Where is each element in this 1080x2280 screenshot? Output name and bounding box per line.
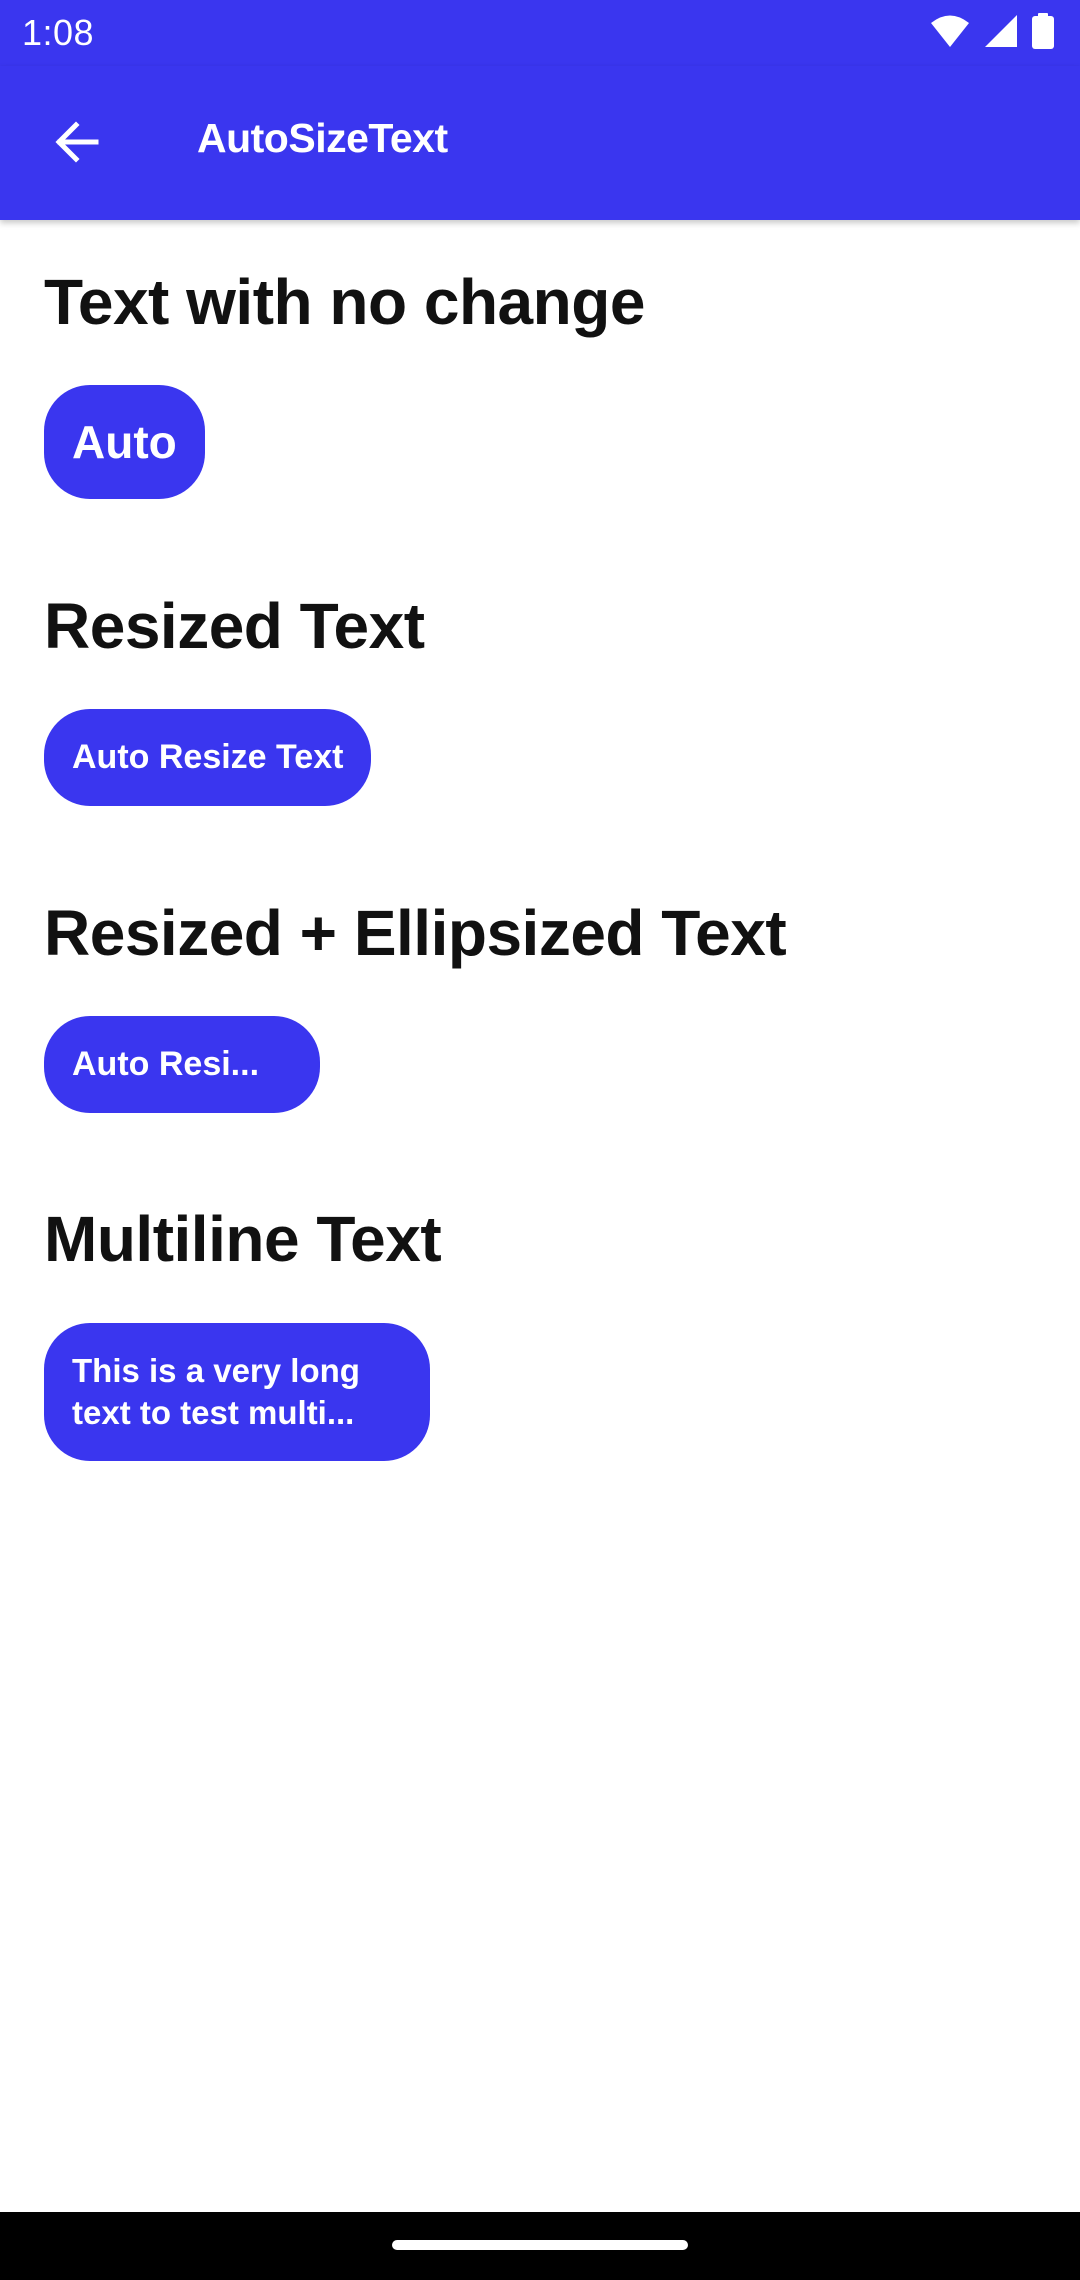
home-handle[interactable] xyxy=(392,2240,688,2250)
back-button[interactable] xyxy=(32,100,120,188)
section-title-ellipsized: Resized + Ellipsized Text xyxy=(44,897,787,969)
auto-button-label: Auto xyxy=(72,416,177,468)
status-bar: 1:08 xyxy=(0,0,1080,66)
battery-icon xyxy=(1032,12,1054,54)
auto-resize-ellipsized-button-label: Auto Resi... xyxy=(72,1045,260,1083)
section-title-resized: Resized Text xyxy=(44,590,425,662)
multiline-button-line-1: This is a very long xyxy=(72,1352,360,1389)
signal-icon xyxy=(984,14,1018,53)
wifi-icon xyxy=(930,14,970,53)
content-area: Text with no change Auto Resized Text Au… xyxy=(0,220,1080,2212)
section-title-no-change: Text with no change xyxy=(44,266,645,338)
multiline-button[interactable]: This is a very long text to test multi..… xyxy=(44,1323,430,1461)
status-icons xyxy=(930,12,1054,54)
screen: 1:08 AutoSizeText Text with no change Au… xyxy=(0,0,1080,2280)
auto-resize-button-label: Auto Resize Text xyxy=(72,738,344,776)
app-bar: AutoSizeText xyxy=(0,66,1080,220)
app-title: AutoSizeText xyxy=(197,115,448,161)
multiline-button-line-2: text to test multi... xyxy=(72,1394,355,1431)
arrow-back-icon xyxy=(52,118,100,171)
auto-resize-button[interactable]: Auto Resize Text xyxy=(44,709,372,806)
status-time: 1:08 xyxy=(22,12,95,53)
navigation-bar xyxy=(0,2212,1080,2280)
auto-resize-ellipsized-button[interactable]: Auto Resi... xyxy=(44,1016,320,1113)
auto-button[interactable]: Auto xyxy=(44,385,205,499)
section-title-multiline: Multiline Text xyxy=(44,1203,442,1275)
